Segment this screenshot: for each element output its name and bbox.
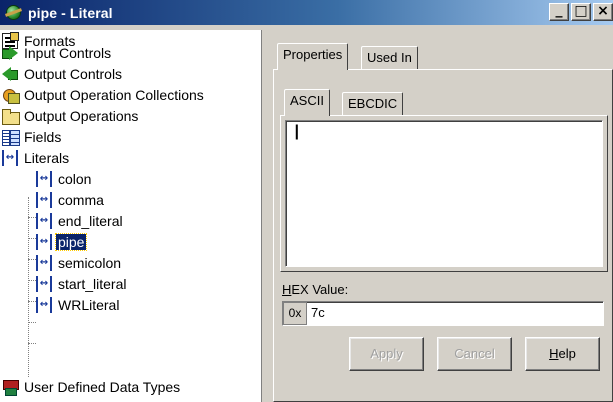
fields-icon — [2, 129, 20, 146]
tree-item-literal-pipe[interactable]: ↔ pipe — [36, 231, 88, 252]
window-title: pipe - Literal — [28, 4, 113, 21]
tab-ebcdic[interactable]: EBCDIC — [342, 92, 404, 117]
tree-item-literal-colon[interactable]: ↔ colon — [36, 168, 93, 189]
literal-window: pipe - Literal _ □ × Formats Input Contr… — [0, 0, 613, 402]
operation-collection-icon — [2, 87, 20, 104]
tree-item-literal-semicolon[interactable]: ↔ semicolon — [36, 252, 123, 273]
tree-item-fields[interactable]: Fields — [2, 126, 63, 147]
hex-prefix-label: 0x — [283, 302, 307, 325]
minimize-button[interactable]: _ — [549, 3, 569, 21]
tree-item-label: end_literal — [58, 212, 123, 229]
tree-item-label: Literals — [24, 149, 70, 166]
tree-item-literal-start-literal[interactable]: ↔ start_literal — [36, 273, 128, 294]
user-data-types-icon — [2, 379, 19, 396]
literal-icon: ↔ — [36, 233, 52, 250]
tree-item-literal-wrliteral[interactable]: ↔ WRLiteral — [36, 294, 121, 315]
tree-item-label: Output Operations — [24, 107, 139, 124]
tab-used-in[interactable]: Used In — [361, 46, 418, 71]
tree-item-label: WRLiteral — [58, 296, 120, 313]
properties-tab-panel: ASCII EBCDIC | HEX Value: 0x 7c Apply Ca… — [273, 69, 613, 402]
tree-item-output-operation-collections[interactable]: Output Operation Collections — [2, 84, 206, 105]
hex-value-label: HEX Value: — [282, 282, 348, 297]
title-bar[interactable]: pipe - Literal _ □ × — [0, 0, 613, 25]
hex-label-mnemonic: H — [282, 282, 292, 297]
literal-icon: ↔ — [36, 296, 52, 313]
properties-panel: Properties Used In ASCII EBCDIC | HEX Va… — [263, 30, 613, 402]
tree-item-label: comma — [58, 191, 104, 208]
ascii-tab-panel: | — [280, 115, 608, 272]
ascii-text-area[interactable]: | — [285, 120, 603, 267]
maximize-button[interactable]: □ — [571, 3, 591, 21]
tree-item-label-selected: pipe — [54, 232, 88, 251]
literal-icon: ↔ — [36, 170, 52, 187]
tree-item-output-controls[interactable]: Output Controls — [2, 63, 124, 84]
apply-button[interactable]: Apply — [349, 337, 424, 371]
tree-item-input-controls[interactable]: Input Controls — [2, 42, 113, 63]
input-arrow-icon — [2, 45, 18, 61]
hex-label-rest: EX Value: — [291, 282, 349, 297]
help-button[interactable]: Help — [525, 337, 600, 371]
tree-item-literal-comma[interactable]: ↔ comma — [36, 189, 106, 210]
folder-icon — [2, 108, 20, 125]
help-label-rest: elp — [558, 346, 576, 361]
literal-icon: ↔ — [36, 275, 52, 292]
hex-value-field[interactable]: 0x 7c — [282, 301, 604, 326]
literal-icon: ↔ — [2, 149, 18, 166]
tab-properties[interactable]: Properties — [277, 43, 349, 70]
globe-app-icon — [4, 4, 23, 21]
tree-item-label: start_literal — [58, 275, 127, 292]
tree-item-output-operations[interactable]: Output Operations — [2, 105, 140, 126]
tree-item-literals[interactable]: ↔ Literals — [2, 147, 71, 168]
ascii-value: | — [292, 123, 302, 141]
literal-icon: ↔ — [36, 191, 52, 208]
literal-icon: ↔ — [36, 212, 52, 229]
tree-item-label: Output Operation Collections — [24, 86, 204, 103]
tree-item-label: Output Controls — [24, 65, 123, 82]
tree-item-user-defined-data-types[interactable]: User Defined Data Types — [2, 376, 182, 397]
object-tree[interactable]: Formats Input Controls Output Controls O… — [0, 30, 262, 402]
literal-icon: ↔ — [36, 254, 52, 271]
tree-item-label: Input Controls — [24, 44, 112, 61]
cancel-button[interactable]: Cancel — [437, 337, 512, 371]
tree-item-literal-end-literal[interactable]: ↔ end_literal — [36, 210, 125, 231]
close-button[interactable]: × — [593, 3, 613, 21]
tree-item-label: colon — [58, 170, 92, 187]
help-mnemonic: H — [549, 346, 559, 361]
hex-value-text: 7c — [311, 305, 325, 320]
tree-item-label: User Defined Data Types — [24, 378, 181, 395]
tree-item-label: semicolon — [58, 254, 122, 271]
tree-item-label: Fields — [24, 128, 62, 145]
tab-ascii[interactable]: ASCII — [284, 89, 330, 116]
output-arrow-icon — [2, 66, 18, 82]
